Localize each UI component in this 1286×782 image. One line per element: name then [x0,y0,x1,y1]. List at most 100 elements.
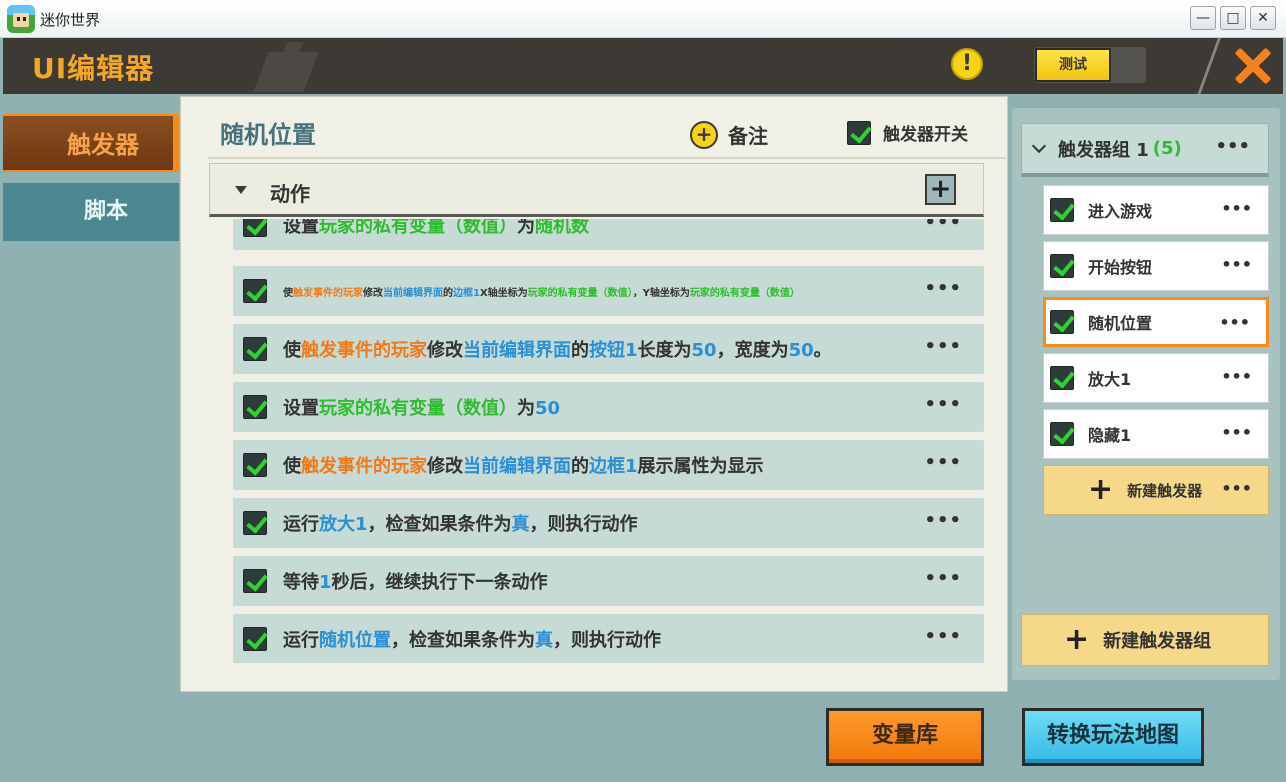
trigger-item-label: 随机位置 [1088,314,1153,333]
checkbox-icon[interactable] [1050,310,1074,334]
sidebar-item-scripts[interactable]: 脚本 [3,183,179,241]
sidebar-item-triggers[interactable]: 触发器 [3,114,179,172]
action-text-part: 触发事件的玩家 [293,287,363,299]
action-list: 设置玩家的私有变量（数值）为随机数 ••• 使触发事件的玩家修改当前编辑界面的边框1… [233,219,984,663]
chevron-down-icon[interactable] [1031,138,1047,153]
more-icon[interactable]: ••• [1221,199,1252,218]
variable-library-button[interactable]: 变量库 [826,708,984,766]
action-text-part: 边框1 [453,287,480,299]
action-row[interactable]: 设置玩家的私有变量（数值）为50 ••• [233,382,984,432]
checkbox-icon[interactable] [243,279,267,303]
note-label: 备注 [728,124,768,148]
plus-icon: + [690,120,718,149]
window-close-button[interactable]: ✕ [1250,6,1276,30]
more-icon[interactable]: ••• [924,278,962,299]
more-icon[interactable]: ••• [1221,367,1252,386]
action-text-part: 触发事件的玩家 [301,340,427,361]
action-text-part: ，Y轴坐标为 [632,287,690,299]
action-text-part: 50 [788,340,814,361]
checkbox-icon[interactable] [1050,254,1074,278]
trigger-switch[interactable]: 触发器开关 [847,120,968,145]
checkbox-icon[interactable] [243,627,267,651]
action-row[interactable]: 使触发事件的玩家修改当前编辑界面的边框1X轴坐标为玩家的私有变量（数值），Y轴坐… [233,266,984,316]
trigger-group-header[interactable]: 触发器组 1 (5) ••• [1021,123,1269,177]
test-button[interactable]: 测试 [1035,48,1111,82]
action-text-part: 50 [691,340,717,361]
new-trigger-button[interactable]: + 新建触发器 ••• [1043,465,1269,515]
action-text-part: ，则执行动作 [553,630,661,651]
more-icon[interactable]: ••• [924,336,962,357]
action-text-part: 随机位置 [319,630,391,651]
sidebar: 触发器 脚本 [3,95,179,781]
checkbox-icon[interactable] [243,511,267,535]
collapse-triangle-icon[interactable] [235,186,247,194]
warning-icon[interactable]: ! [951,48,983,80]
close-icon[interactable] [1231,44,1275,88]
action-text-part: 展示属性为显示 [637,456,764,477]
checkbox-icon[interactable] [243,337,267,361]
action-row[interactable]: 使触发事件的玩家修改当前编辑界面的按钮1长度为50，宽度为50。 ••• [233,324,984,374]
add-note-button[interactable]: + 备注 [690,120,768,149]
more-icon[interactable]: ••• [924,510,962,531]
more-icon[interactable]: ••• [924,626,962,647]
trigger-item[interactable]: 放大1 ••• [1043,353,1269,403]
action-text-part: 边框1 [589,456,638,477]
action-text-part: 修改 [427,340,463,361]
action-text: 设置玩家的私有变量（数值）为随机数 [283,219,589,238]
window-title: 迷你世界 [40,11,101,29]
action-text-part: 运行 [283,630,319,651]
trigger-item[interactable]: 随机位置 ••• [1043,297,1269,347]
more-icon[interactable]: ••• [1221,479,1252,498]
trigger-item[interactable]: 隐藏1 ••• [1043,409,1269,459]
action-text-part: 当前编辑界面 [463,340,571,361]
action-text-part: 为 [517,219,535,237]
page-title: 随机位置 [220,121,316,149]
more-icon[interactable]: ••• [1219,313,1250,332]
action-text-part: 等待 [283,572,319,593]
action-text-part: X轴坐标为 [479,287,528,299]
new-trigger-group-button[interactable]: + 新建触发器组 [1021,614,1269,666]
convert-gameplay-map-button[interactable]: 转换玩法地图 [1022,708,1204,766]
new-trigger-group-label: 新建触发器组 [1103,631,1212,652]
header-decoration [253,52,319,92]
action-row[interactable]: 使触发事件的玩家修改当前编辑界面的边框1展示属性为显示 ••• [233,440,984,490]
action-text-part: 使 [283,340,301,361]
header-divider [1196,38,1221,94]
action-text-part: 修改 [363,287,383,299]
checkbox-icon[interactable] [243,569,267,593]
trigger-item[interactable]: 开始按钮 ••• [1043,241,1269,291]
maximize-button[interactable]: □ [1220,6,1246,30]
trigger-item-label: 开始按钮 [1088,258,1153,277]
action-row[interactable]: 设置玩家的私有变量（数值）为随机数 ••• [233,219,984,250]
action-text-part: 长度为 [637,340,692,361]
action-text-part: 当前编辑界面 [383,287,443,299]
checkbox-icon[interactable] [1050,198,1074,222]
checkbox-icon[interactable] [243,453,267,477]
action-text-part: 玩家的私有变量（数值） [319,219,517,237]
editor-header: UI编辑器 ! 测试 [3,38,1283,94]
action-text-part: 真 [535,630,553,651]
checkbox-icon[interactable] [847,120,871,145]
more-icon[interactable]: ••• [1221,423,1252,442]
checkbox-icon[interactable] [1050,422,1074,446]
add-action-button[interactable]: + [925,174,956,205]
more-icon[interactable]: ••• [924,394,962,415]
checkbox-icon[interactable] [1050,366,1074,390]
action-text-part: ，则执行动作 [529,514,638,535]
more-icon[interactable]: ••• [1221,255,1252,274]
trigger-item[interactable]: 进入游戏 ••• [1043,185,1269,235]
more-icon[interactable]: ••• [924,568,962,589]
more-icon[interactable]: ••• [924,452,962,473]
more-icon[interactable]: ••• [1215,136,1250,157]
action-row[interactable]: 运行随机位置，检查如果条件为真，则执行动作 ••• [233,614,984,663]
minimize-button[interactable]: — [1190,6,1216,30]
actions-section-header[interactable]: 动作 + [209,163,984,217]
action-row[interactable]: 运行放大1，检查如果条件为真，则执行动作 ••• [233,498,984,548]
action-row[interactable]: 等待1秒后，继续执行下一条动作 ••• [233,556,984,606]
more-icon[interactable]: ••• [924,219,962,233]
trigger-group-label: 触发器组 1 [1058,139,1149,161]
action-text-part: 触发事件的玩家 [301,456,427,477]
action-text-part: 运行 [283,514,319,535]
checkbox-icon[interactable] [243,395,267,419]
checkbox-icon[interactable] [243,219,267,237]
